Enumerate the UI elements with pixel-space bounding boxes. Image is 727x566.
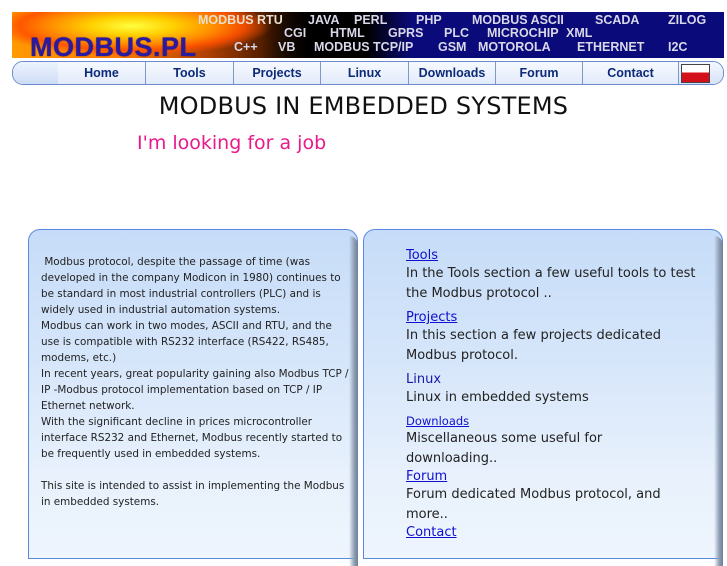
banner-keyword: JAVA bbox=[308, 13, 340, 27]
section-desc: Linux in embedded systems bbox=[406, 390, 589, 405]
site-logo[interactable]: MODBUS.PL bbox=[30, 32, 197, 58]
banner-keyword: ZILOG bbox=[668, 13, 707, 27]
section-link-projects[interactable]: Projects bbox=[406, 310, 696, 325]
intro-panel: Modbus protocol, despite the passage of … bbox=[28, 229, 358, 566]
intro-paragraph: In recent years, great popularity gainin… bbox=[41, 368, 349, 412]
banner-keyword: VB bbox=[278, 40, 296, 54]
sections-list: Tools In the Tools section a few useful … bbox=[406, 248, 696, 540]
header-banner: MODBUS.PL MODBUS RTU JAVA PERL PHP MODBU… bbox=[12, 12, 724, 58]
nav-item-contact[interactable]: Contact bbox=[583, 62, 679, 84]
job-notice: I'm looking for a job bbox=[137, 132, 327, 154]
banner-keyword: PLC bbox=[444, 26, 469, 40]
nav-item-home[interactable]: Home bbox=[58, 62, 146, 84]
main-nav: Home Tools Projects Linux Downloads Foru… bbox=[12, 61, 724, 85]
intro-paragraph: With the significant decline in prices m… bbox=[41, 416, 343, 460]
banner-keyword: ETHERNET bbox=[577, 40, 645, 54]
banner-keyword: C++ bbox=[234, 40, 258, 54]
banner-keyword: CGI bbox=[284, 26, 307, 40]
banner-keyword: SCADA bbox=[595, 13, 640, 27]
section-link-downloads[interactable]: Downloads bbox=[406, 414, 696, 428]
section-link-forum[interactable]: Forum bbox=[406, 469, 696, 484]
page-title: MODBUS IN EMBEDDED SYSTEMS bbox=[158, 92, 569, 120]
banner-keyword: MODBUS ASCII bbox=[472, 13, 564, 27]
polish-flag-icon[interactable] bbox=[681, 64, 710, 83]
section-link-contact[interactable]: Contact bbox=[406, 525, 696, 540]
banner-keyword: MODBUS TCP/IP bbox=[314, 40, 414, 54]
banner-keyword: XML bbox=[566, 26, 593, 40]
banner-keyword: MICROCHIP bbox=[487, 26, 559, 40]
banner-keyword: MODBUS RTU bbox=[198, 13, 283, 27]
section-desc: In this section a few projects dedicated… bbox=[406, 328, 662, 363]
nav-item-downloads[interactable]: Downloads bbox=[409, 62, 496, 84]
banner-keyword: MOTOROLA bbox=[478, 40, 551, 54]
section-desc: In the Tools section a few useful tools … bbox=[406, 266, 696, 301]
nav-item-forum[interactable]: Forum bbox=[496, 62, 583, 84]
nav-left-cap bbox=[13, 62, 59, 84]
banner-keyword: PHP bbox=[416, 13, 442, 27]
banner-keyword: GPRS bbox=[388, 26, 424, 40]
section-link-tools[interactable]: Tools bbox=[406, 248, 696, 263]
sections-panel: Tools In the Tools section a few useful … bbox=[363, 229, 723, 566]
section-link-linux[interactable]: Linux bbox=[406, 372, 696, 387]
banner-keyword: HTML bbox=[330, 26, 365, 40]
nav-item-projects[interactable]: Projects bbox=[234, 62, 321, 84]
intro-paragraph: This site is intended to assist in imple… bbox=[41, 480, 345, 508]
nav-item-linux[interactable]: Linux bbox=[321, 62, 409, 84]
intro-text: Modbus protocol, despite the passage of … bbox=[41, 254, 351, 510]
banner-keyword: GSM bbox=[438, 40, 467, 54]
intro-paragraph: Modbus can work in two modes, ASCII and … bbox=[41, 320, 332, 364]
banner-keyword: PERL bbox=[354, 13, 388, 27]
nav-item-tools[interactable]: Tools bbox=[146, 62, 234, 84]
section-desc: Forum dedicated Modbus protocol, and mor… bbox=[406, 487, 661, 522]
banner-keyword: I2C bbox=[668, 40, 688, 54]
section-desc: Miscellaneous some useful for downloadin… bbox=[406, 431, 603, 466]
intro-paragraph: Modbus protocol, despite the passage of … bbox=[41, 256, 344, 316]
